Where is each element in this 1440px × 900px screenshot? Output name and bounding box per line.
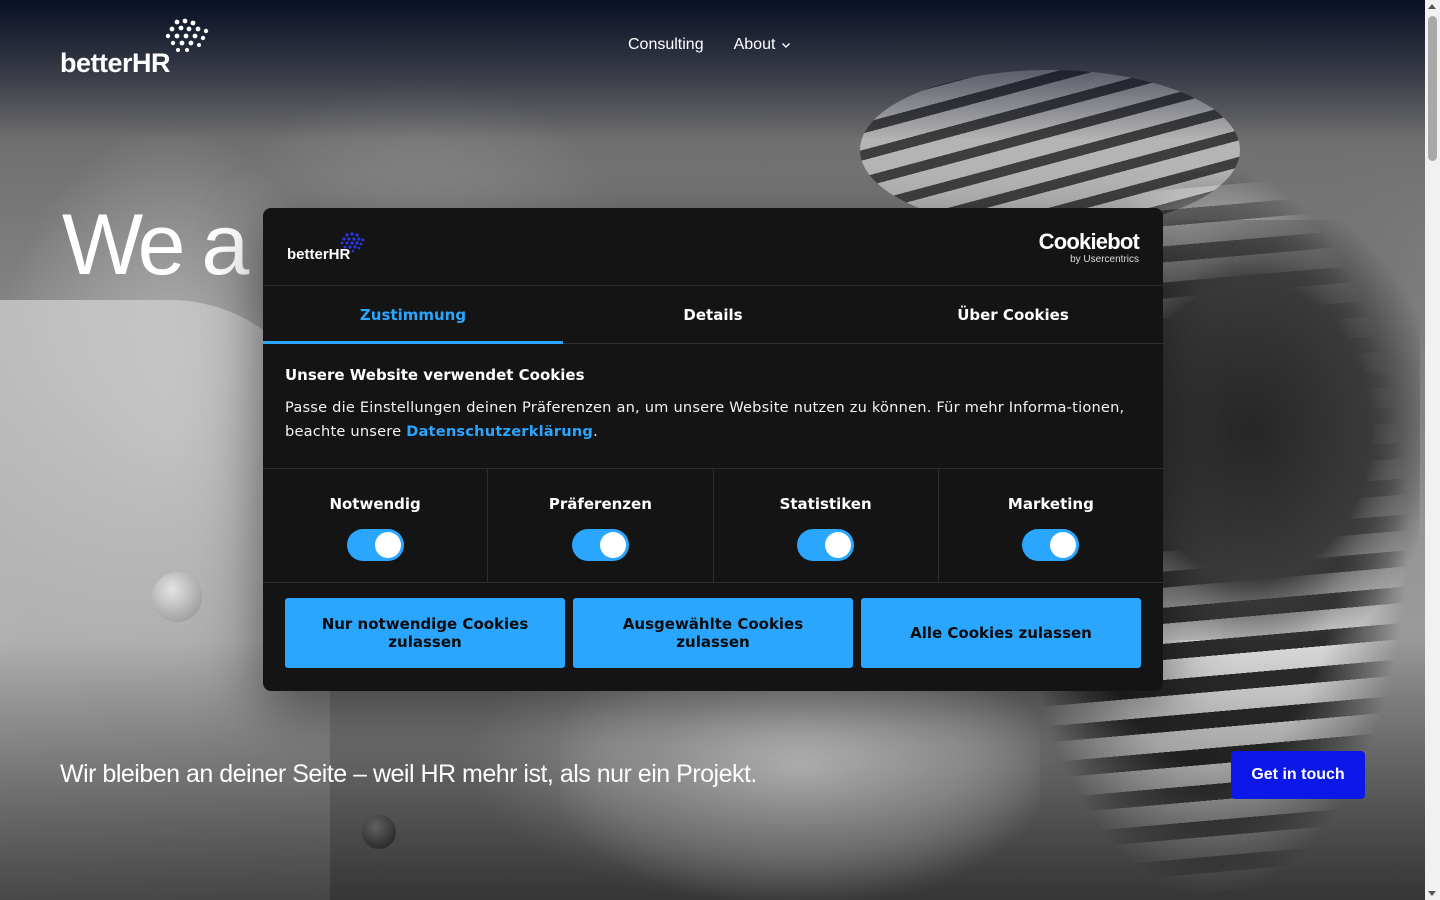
cookiebot-name: Cookiebot [1038,229,1140,254]
dialog-tabs: Zustimmung Details Über Cookies [263,286,1163,344]
scroll-up-arrow[interactable] [1428,4,1436,9]
toggle-notwendig[interactable] [346,529,404,561]
hero-title: We a [62,197,249,293]
cookie-categories: Notwendig Präferenzen Statistiken Market… [263,468,1163,583]
hero-subtitle: Wir bleiben an deiner Seite – weil HR me… [60,760,757,788]
toggle-knob [599,532,626,558]
allow-selected-button[interactable]: Ausgewählte Cookies zulassen [573,598,853,668]
category-label: Statistiken [779,495,872,513]
dialog-description: Passe die Einstellungen deinen Präferenz… [285,396,1145,444]
allow-all-button[interactable]: Alle Cookies zulassen [861,598,1141,668]
main-nav: Consulting About [628,36,791,54]
toggle-marketing[interactable] [1022,529,1080,561]
nav-item-label: About [733,36,776,53]
dialog-actions: Nur notwendige Cookies zulassen Ausgewäh… [285,598,1141,668]
hero-photo-arm [1140,220,1420,640]
privacy-policy-link[interactable]: Datenschutzerklärung [406,423,593,440]
page-scrollbar[interactable] [1425,0,1440,900]
nav-item-consulting[interactable]: Consulting [628,36,704,54]
tab-zustimmung[interactable]: Zustimmung [263,286,563,344]
nav-item-about[interactable]: About [734,36,792,54]
get-in-touch-button[interactable]: Get in touch [1231,751,1365,799]
cookiebot-logo[interactable]: Cookiebot by Usercentrics [1038,229,1140,266]
site-logo[interactable]: betterHR [60,18,220,78]
tab-ueber-cookies[interactable]: Über Cookies [863,286,1163,343]
tab-label: Details [683,305,743,324]
toggle-knob [374,532,401,558]
category-statistiken: Statistiken [714,469,939,582]
category-label: Präferenzen [548,495,652,513]
category-notwendig: Notwendig [263,469,489,582]
category-label: Marketing [1007,495,1094,513]
description-text-end: . [593,423,598,440]
dialog-header: betterHR Cookiebot by Usercentrics [263,208,1163,286]
hero-photo-button [152,572,202,622]
dialog-heading: Unsere Website verwendet Cookies [285,366,585,384]
scroll-down-arrow[interactable] [1428,891,1436,896]
dialog-body: Unsere Website verwendet Cookies Passe d… [285,366,1145,444]
toggle-statistiken[interactable] [797,529,855,561]
dot-cluster-icon [163,18,211,63]
tab-label: Zustimmung [359,305,467,324]
toggle-praeferenzen[interactable] [571,529,629,561]
allow-necessary-button[interactable]: Nur notwendige Cookies zulassen [285,598,565,668]
dialog-logo-text: betterHR [287,246,351,263]
dialog-logo: betterHR [287,232,377,266]
category-label: Notwendig [329,495,421,513]
toggle-knob [1050,532,1077,558]
tab-details[interactable]: Details [563,286,863,343]
cookie-consent-dialog: betterHR Cookiebot by Usercentrics Zusti… [263,208,1163,691]
toggle-knob [825,532,852,558]
category-praeferenzen: Präferenzen [488,469,714,582]
scrollbar-thumb[interactable] [1428,16,1437,161]
cookiebot-by: by Usercentrics [1070,254,1139,265]
category-marketing: Marketing [939,469,1163,582]
chevron-down-icon [782,43,791,48]
nav-item-label: Consulting [628,36,704,53]
tab-label: Über Cookies [957,305,1069,324]
site-logo-text: betterHR [60,48,171,78]
